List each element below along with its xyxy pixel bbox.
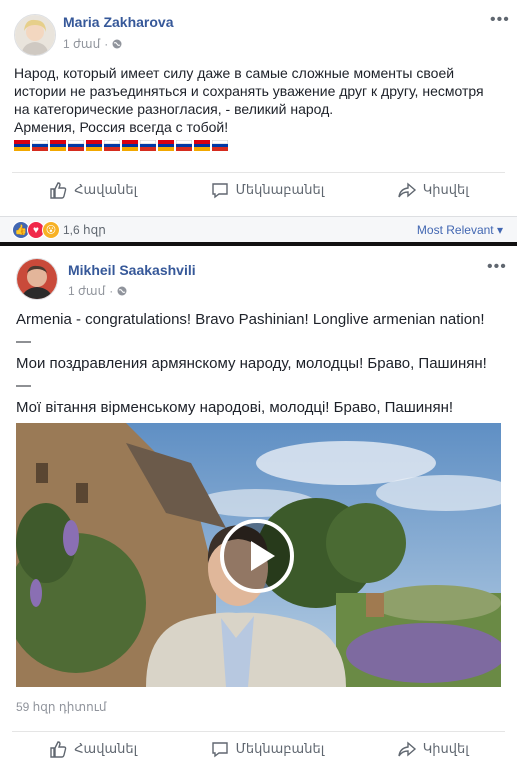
meta-separator: · — [104, 37, 109, 51]
post-text-line: Armenia - congratulations! Bravo Pashini… — [16, 311, 485, 328]
armenia-flag-icon — [50, 140, 66, 152]
reaction-count[interactable]: 1,6 հզր — [63, 223, 106, 237]
post-zakharova: Maria Zakharova 1 ժամ · ••• Народ, котор… — [0, 0, 517, 243]
post-text-line: — — [16, 377, 31, 394]
russia-flag-icon — [104, 140, 120, 152]
post-time[interactable]: 1 ժամ — [63, 37, 100, 51]
russia-flag-icon — [32, 140, 48, 152]
more-options-icon[interactable]: ••• — [490, 11, 510, 29]
post-actions: Հավանել Մեկնաբանել Կիսվել — [12, 172, 505, 207]
post-text-line: истории не разъединяться и сохранять ува… — [14, 83, 484, 99]
comment-icon — [211, 183, 228, 199]
meta-separator: · — [109, 284, 114, 298]
like-button[interactable]: Հավանել — [48, 180, 137, 200]
post-text-line: на категорические разногласия, - великий… — [14, 101, 334, 117]
armenia-flag-icon — [14, 140, 30, 152]
post-actions: Հավանել Մեկնաբանել Կիսվել — [12, 731, 505, 766]
thumbs-up-icon — [50, 741, 67, 758]
post-text-line: Народ, который имеет силу даже в самые с… — [14, 65, 455, 81]
author-name[interactable]: Mikheil Saakashvili — [68, 262, 196, 278]
comment-button[interactable]: Մեկնաբանել — [210, 739, 325, 759]
play-button[interactable] — [220, 519, 294, 593]
comment-icon — [211, 742, 228, 758]
post-time[interactable]: 1 ժամ — [68, 284, 105, 298]
globe-icon — [112, 39, 122, 49]
comment-label: Մեկնաբանել — [235, 741, 325, 756]
share-label: Կիսվել — [422, 182, 469, 197]
like-button[interactable]: Հավանել — [48, 739, 137, 759]
post-meta: 1 ժամ · — [68, 284, 127, 298]
russia-flag-icon — [212, 140, 228, 152]
post-text-line: Армения, Россия всегда с тобой! — [14, 119, 229, 135]
author-avatar[interactable] — [14, 14, 56, 56]
like-label: Հավանել — [74, 182, 138, 197]
thumbs-up-icon — [50, 182, 67, 199]
video-views: 59 հզր դիտում — [16, 700, 107, 714]
post-text-line: Мої вітання вірменському народові, молод… — [16, 399, 454, 416]
russia-flag-icon — [140, 140, 156, 152]
armenia-flag-icon — [194, 140, 210, 152]
flag-emoji-row — [14, 140, 228, 152]
video-player[interactable] — [16, 423, 501, 687]
post-saakashvili: Mikheil Saakashvili 1 ժամ · ••• Armenia … — [0, 246, 517, 772]
comment-button[interactable]: Մեկնաբանել — [210, 180, 325, 200]
comment-label: Մեկնաբանել — [235, 182, 325, 197]
armenia-flag-icon — [122, 140, 138, 152]
reactions-summary: 👍 ♥ 😮 1,6 հզր Most Relevant ▾ — [0, 216, 517, 243]
share-icon — [398, 741, 416, 757]
comment-sort-dropdown[interactable]: Most Relevant ▾ — [417, 223, 503, 237]
share-label: Կիսվել — [422, 741, 469, 756]
post-text-line: Мои поздравления армянскому народу, моло… — [16, 355, 487, 372]
armenia-flag-icon — [86, 140, 102, 152]
wow-reaction-icon: 😮 — [42, 221, 60, 239]
post-meta: 1 ժամ · — [63, 37, 122, 51]
post-text: Народ, который имеет силу даже в самые с… — [14, 64, 504, 136]
russia-flag-icon — [176, 140, 192, 152]
armenia-flag-icon — [158, 140, 174, 152]
share-icon — [398, 182, 416, 198]
reaction-icons[interactable]: 👍 ♥ 😮 — [12, 221, 60, 239]
author-avatar[interactable] — [16, 258, 58, 300]
like-label: Հավանել — [74, 741, 138, 756]
sort-label: Most Relevant — [416, 223, 494, 237]
post-text-line: — — [16, 333, 31, 350]
author-name[interactable]: Maria Zakharova — [63, 14, 174, 30]
share-button[interactable]: Կիսվել — [397, 180, 469, 200]
chevron-down-icon: ▾ — [496, 223, 503, 237]
russia-flag-icon — [68, 140, 84, 152]
post-text: Armenia - congratulations! Bravo Pashini… — [16, 310, 506, 418]
more-options-icon[interactable]: ••• — [487, 258, 507, 276]
globe-icon — [117, 286, 127, 296]
share-button[interactable]: Կիսվել — [397, 739, 469, 759]
